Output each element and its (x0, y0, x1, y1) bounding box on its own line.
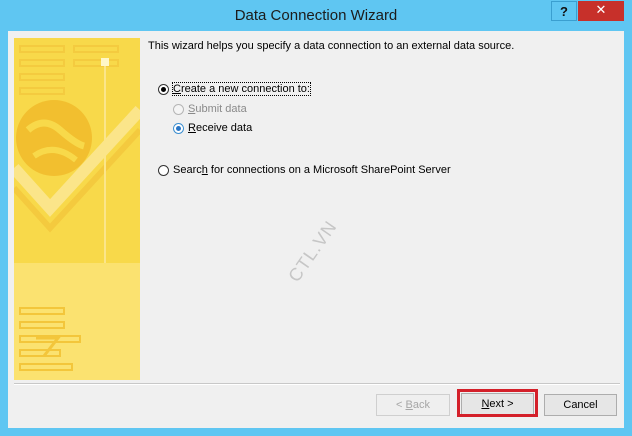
create-new-connection-label[interactable]: Create a new connection to: (172, 82, 311, 96)
submit-data-label[interactable]: Submit data (188, 103, 247, 115)
next-button-highlight (457, 389, 538, 417)
create-new-connection-radio[interactable] (158, 84, 169, 95)
close-icon: ✕ (595, 3, 607, 18)
help-button[interactable]: ? (551, 1, 577, 21)
watermark-text: CTL.VN (284, 216, 341, 286)
search-sharepoint-label[interactable]: Search for connections on a Microsoft Sh… (173, 164, 451, 176)
title-bar[interactable]: Data Connection Wizard ? ✕ (0, 0, 632, 32)
wizard-banner-image (14, 38, 140, 380)
banner-graphic (14, 38, 140, 380)
submit-data-radio[interactable] (173, 104, 184, 115)
dialog-title: Data Connection Wizard (234, 7, 398, 24)
back-button[interactable]: < Back (376, 394, 450, 416)
dialog-body: This wizard helps you specify a data con… (8, 31, 624, 428)
footer-divider (14, 383, 620, 385)
search-sharepoint-radio[interactable] (158, 165, 169, 176)
intro-text: This wizard helps you specify a data con… (148, 40, 515, 52)
dialog-window: Data Connection Wizard ? ✕ This wizard h… (0, 0, 632, 436)
cancel-button[interactable]: Cancel (544, 394, 617, 416)
receive-data-radio[interactable] (173, 123, 184, 134)
close-button[interactable]: ✕ (578, 1, 624, 21)
receive-data-label[interactable]: Receive data (188, 122, 252, 134)
